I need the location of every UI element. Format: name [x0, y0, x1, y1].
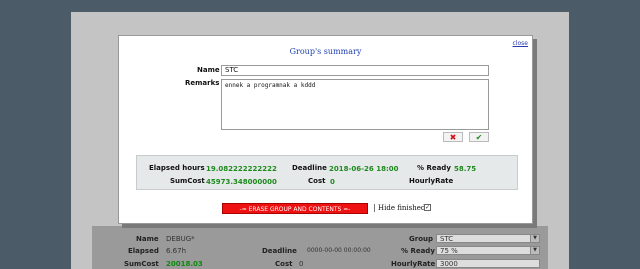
sumcost-label: SumCost [170, 177, 205, 185]
deadline-label: Deadline [292, 164, 327, 172]
cost-label: Cost [308, 177, 326, 185]
cost-value: 0 [330, 178, 335, 186]
hide-finished-checkbox[interactable]: ✓ [424, 204, 431, 211]
name-label: Name [197, 66, 220, 74]
bg-cost-label: Cost [275, 260, 293, 268]
bg-hourlyrate-label: HourlyRate [391, 260, 436, 268]
stats-panel: Elapsed hours 19.082222222222 SumCost 45… [136, 155, 518, 190]
erase-group-button[interactable]: -= ERASE GROUP AND CONTENTS =- [222, 203, 368, 214]
bg-hourlyrate-input[interactable]: 3000 [436, 259, 540, 268]
bg-group-label: Group [409, 235, 434, 243]
x-icon: ✖ [449, 133, 457, 142]
background-group-row: Name DEBUG* Elapsed 6.67h SumCost 20018.… [92, 226, 548, 269]
bg-ready-select[interactable]: 75 % ▼ [436, 246, 540, 255]
bg-ready-label: % Ready [401, 247, 435, 255]
bg-cost-value: 0 [299, 260, 304, 268]
bg-elapsed-value: 6.67h [166, 247, 187, 255]
sumcost-value: 45973.348000000 [206, 178, 277, 186]
deadline-value: 2018-06-26 18:00 [329, 165, 399, 173]
remarks-textarea[interactable]: ennek a programnak a kddd [221, 79, 489, 130]
remarks-label: Remarks [185, 79, 220, 87]
chevron-down-icon: ▼ [530, 235, 539, 242]
ready-label: % Ready [417, 164, 451, 172]
bg-elapsed-label: Elapsed [128, 247, 159, 255]
bg-name-value: DEBUG* [166, 235, 195, 243]
bg-ready-select-value: 75 % [440, 247, 458, 255]
bg-group-select-value: STC [440, 235, 454, 243]
name-input[interactable]: STC [221, 65, 489, 76]
hide-finished-label: Hide finished [378, 204, 426, 212]
bg-group-select[interactable]: STC ▼ [436, 234, 540, 243]
group-summary-dialog: close Group's summary Name STC Remarks e… [118, 35, 533, 224]
bg-deadline-value: 0000-00-00 00:00:00 [307, 247, 371, 254]
bg-sumcost-value: 20018.03 [166, 260, 203, 268]
check-icon: ✔ [475, 133, 483, 142]
ready-value: 58.75 [454, 165, 477, 173]
dialog-title: Group's summary [289, 47, 362, 56]
bg-sumcost-label: SumCost [124, 260, 159, 268]
chevron-down-icon: ▼ [530, 247, 539, 254]
hourlyrate-label: HourlyRate [409, 177, 454, 185]
close-link[interactable]: close [513, 40, 528, 47]
cancel-button[interactable]: ✖ [443, 132, 463, 142]
checkmark-icon: ✓ [425, 204, 431, 211]
bg-deadline-label: Deadline [262, 247, 297, 255]
confirm-button[interactable]: ✔ [469, 132, 489, 142]
bg-name-label: Name [136, 235, 159, 243]
elapsed-hours-value: 19.082222222222 [206, 165, 277, 173]
separator: | [373, 203, 376, 212]
elapsed-hours-label: Elapsed hours [149, 164, 205, 172]
